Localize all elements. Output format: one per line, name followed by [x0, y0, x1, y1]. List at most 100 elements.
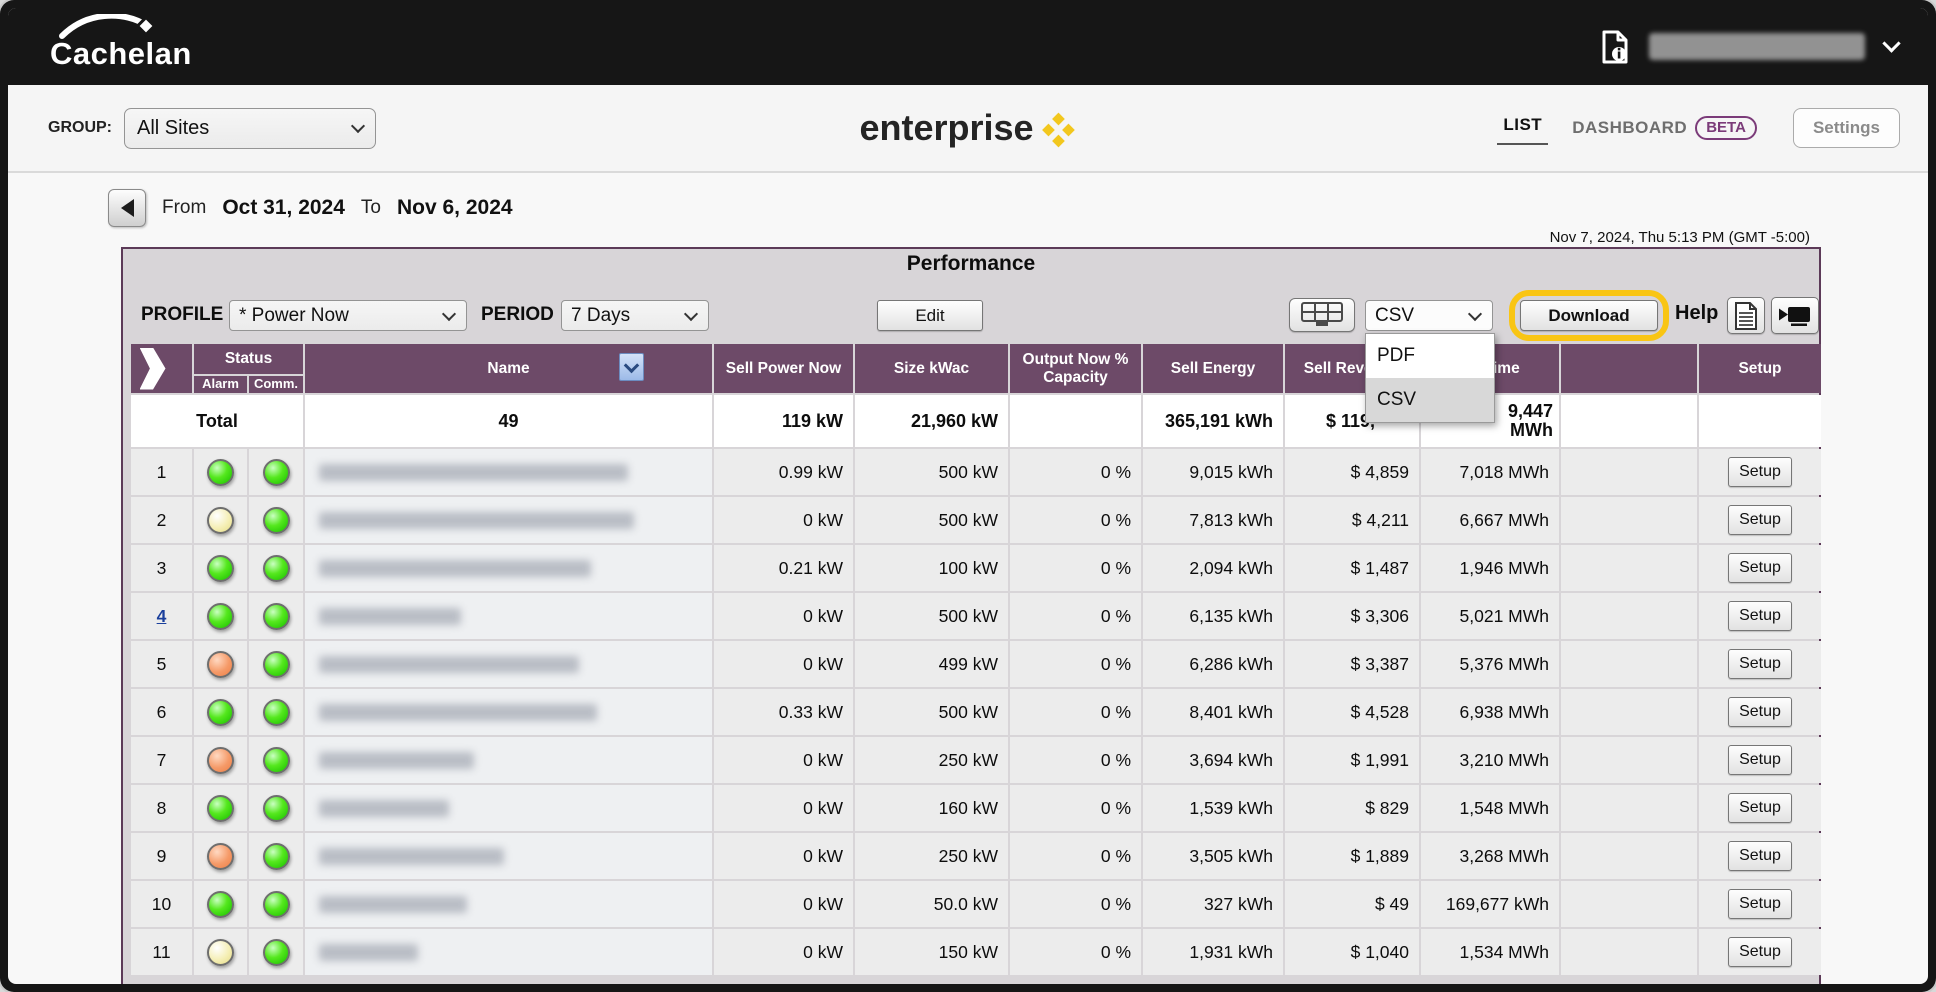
export-option-csv[interactable]: CSV: [1366, 378, 1494, 422]
row-number: 10: [131, 881, 192, 927]
account-chevron-down-icon[interactable]: [1882, 34, 1900, 52]
table-row: 2 0 kW 500 kW 0 % 7,813 kWh $ 4,211 6,66…: [131, 497, 1821, 543]
export-option-pdf[interactable]: PDF: [1366, 334, 1494, 378]
profile-label: PROFILE: [141, 304, 223, 326]
alarm-status-cell[interactable]: [194, 929, 247, 975]
comm-status-cell[interactable]: [249, 833, 303, 879]
alarm-status-cell[interactable]: [194, 785, 247, 831]
site-name-cell[interactable]: [305, 497, 712, 543]
setup-button[interactable]: Setup: [1728, 697, 1792, 727]
comm-status-cell[interactable]: [249, 497, 303, 543]
comm-status-cell[interactable]: [249, 449, 303, 495]
group-select[interactable]: All Sites: [124, 108, 376, 149]
edit-button[interactable]: Edit: [877, 300, 983, 331]
alarm-status-cell[interactable]: [194, 737, 247, 783]
setup-button[interactable]: Setup: [1728, 745, 1792, 775]
setup-button[interactable]: Setup: [1728, 649, 1792, 679]
site-name-cell[interactable]: [305, 881, 712, 927]
header-sell-energy[interactable]: Sell Energy: [1143, 344, 1283, 393]
header-sell-power-now[interactable]: Sell Power Now: [714, 344, 853, 393]
performance-table: Status Name Sell Power Now Size kWac Out…: [131, 344, 1821, 977]
alarm-status-cell[interactable]: [194, 689, 247, 735]
site-name-cell[interactable]: [305, 785, 712, 831]
comm-status-cell[interactable]: [249, 881, 303, 927]
header-arrow-cell[interactable]: [131, 344, 192, 393]
setup-button[interactable]: Setup: [1728, 793, 1792, 823]
alarm-status-cell[interactable]: [194, 593, 247, 639]
topbar-right: [1601, 30, 1898, 64]
site-name-cell[interactable]: [305, 449, 712, 495]
comm-status-light: [263, 843, 290, 870]
site-name-cell[interactable]: [305, 689, 712, 735]
comm-status-cell[interactable]: [249, 641, 303, 687]
setup-button[interactable]: Setup: [1728, 505, 1792, 535]
settings-button[interactable]: Settings: [1793, 108, 1900, 148]
output-now-value: 0 %: [1010, 689, 1141, 735]
header-output-now[interactable]: Output Now % Capacity: [1010, 344, 1141, 393]
sell-energy-value: 9,015 kWh: [1143, 449, 1283, 495]
tab-list[interactable]: LIST: [1497, 111, 1548, 145]
blank-cell: [1561, 449, 1697, 495]
alarm-status-cell[interactable]: [194, 833, 247, 879]
output-now-value: 0 %: [1010, 593, 1141, 639]
setup-button[interactable]: Setup: [1728, 937, 1792, 967]
previous-period-button[interactable]: [108, 189, 146, 227]
header-name[interactable]: Name: [305, 344, 712, 393]
alarm-status-light: [207, 795, 234, 822]
site-name-cell[interactable]: [305, 593, 712, 639]
comm-status-cell[interactable]: [249, 545, 303, 591]
help-video-button[interactable]: [1771, 297, 1819, 334]
site-name-cell[interactable]: [305, 929, 712, 975]
setup-cell: Setup: [1699, 689, 1821, 735]
comm-status-light: [263, 795, 290, 822]
download-button[interactable]: Download: [1520, 300, 1658, 331]
tab-dashboard[interactable]: DASHBOARD: [1572, 118, 1687, 138]
to-date[interactable]: Nov 6, 2024: [397, 196, 513, 220]
header-size-kwac[interactable]: Size kWac: [855, 344, 1008, 393]
row-number: 5: [131, 641, 192, 687]
comm-status-cell[interactable]: [249, 785, 303, 831]
comm-status-cell[interactable]: [249, 737, 303, 783]
alarm-status-light: [207, 459, 234, 486]
account-name-redacted[interactable]: [1649, 33, 1865, 60]
sell-power-now-value: 0.33 kW: [714, 689, 853, 735]
site-name-cell[interactable]: [305, 737, 712, 783]
help-document-button[interactable]: [1727, 297, 1765, 334]
setup-button[interactable]: Setup: [1728, 601, 1792, 631]
alarm-status-cell[interactable]: [194, 641, 247, 687]
alarm-status-cell[interactable]: [194, 497, 247, 543]
row-number: 4: [131, 593, 192, 639]
site-name-cell[interactable]: [305, 641, 712, 687]
sell-power-now-value: 0 kW: [714, 881, 853, 927]
alarm-status-light: [207, 699, 234, 726]
alarm-status-cell[interactable]: [194, 449, 247, 495]
export-format-select[interactable]: CSV: [1365, 300, 1493, 331]
blank-cell: [1561, 881, 1697, 927]
download-highlight-ring: Download: [1509, 290, 1669, 341]
lifetime-value: 5,376 MWh: [1421, 641, 1559, 687]
setup-button[interactable]: Setup: [1728, 889, 1792, 919]
site-name-redacted: [319, 560, 591, 577]
table-row: 5 0 kW 499 kW 0 % 6,286 kWh $ 3,387 5,37…: [131, 641, 1821, 687]
sort-name-button[interactable]: [619, 353, 644, 381]
alarm-status-cell[interactable]: [194, 881, 247, 927]
setup-button[interactable]: Setup: [1728, 457, 1792, 487]
comm-status-cell[interactable]: [249, 689, 303, 735]
setup-button[interactable]: Setup: [1728, 841, 1792, 871]
report-info-icon[interactable]: [1601, 30, 1629, 64]
sell-energy-value: 327 kWh: [1143, 881, 1283, 927]
from-date[interactable]: Oct 31, 2024: [222, 196, 345, 220]
table-view-button[interactable]: [1289, 298, 1355, 332]
setup-button[interactable]: Setup: [1728, 553, 1792, 583]
site-name-cell[interactable]: [305, 545, 712, 591]
profile-select[interactable]: * Power Now: [229, 300, 467, 331]
sell-revenue-value: $ 1,991: [1285, 737, 1419, 783]
site-name-redacted: [319, 704, 597, 721]
site-name-cell[interactable]: [305, 833, 712, 879]
alarm-status-cell[interactable]: [194, 545, 247, 591]
comm-status-cell[interactable]: [249, 593, 303, 639]
output-now-value: 0 %: [1010, 545, 1141, 591]
comm-status-light: [263, 651, 290, 678]
comm-status-cell[interactable]: [249, 929, 303, 975]
period-select[interactable]: 7 Days: [561, 300, 709, 331]
